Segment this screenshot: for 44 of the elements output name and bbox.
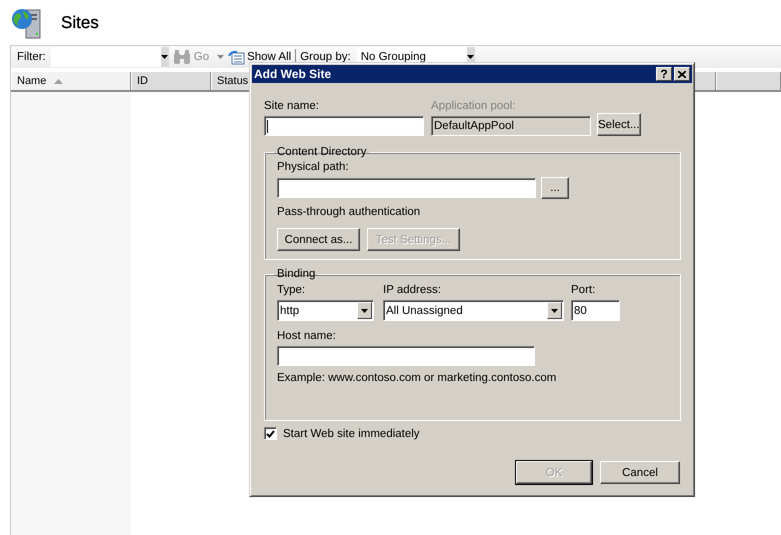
checkbox-label: Start Web site immediately bbox=[283, 428, 420, 440]
help-button[interactable]: ? bbox=[656, 67, 672, 81]
field-label: Port: bbox=[571, 284, 596, 298]
port-field[interactable]: 80 bbox=[571, 300, 620, 321]
group-title: Content Directory bbox=[276, 146, 368, 158]
group-title: Binding bbox=[276, 268, 316, 280]
field-label: Physical path: bbox=[277, 161, 350, 175]
caret-icon bbox=[217, 55, 224, 59]
caret-icon bbox=[467, 55, 474, 59]
cancel-button[interactable]: Cancel bbox=[600, 461, 680, 484]
filter-label: Filter: bbox=[17, 51, 46, 63]
caret-icon bbox=[161, 55, 168, 59]
sort-icon bbox=[54, 78, 64, 84]
field-label: Site name: bbox=[264, 100, 320, 114]
close-icon bbox=[678, 70, 686, 78]
group-by-label: Group by: bbox=[300, 51, 351, 63]
column-header[interactable]: ID bbox=[131, 72, 211, 90]
field-label: Host name: bbox=[277, 330, 337, 344]
check-icon bbox=[266, 430, 275, 438]
site-name-field[interactable] bbox=[264, 116, 424, 136]
binoculars-icon bbox=[172, 50, 191, 64]
browse-button[interactable]: ... bbox=[541, 177, 569, 199]
filter-field[interactable] bbox=[50, 47, 169, 67]
type-dropdown[interactable]: http bbox=[277, 300, 374, 321]
close-button[interactable] bbox=[674, 67, 690, 81]
connect-as-button[interactable]: Connect as... bbox=[277, 228, 360, 251]
physical-path-field[interactable] bbox=[277, 178, 536, 198]
example-text: Example: www.contoso.com or marketing.contoso.com bbox=[277, 372, 558, 384]
field-label: Application pool: bbox=[431, 100, 516, 114]
select-button[interactable]: Select... bbox=[597, 113, 641, 136]
ip-address-dropdown[interactable]: All Unassigned bbox=[383, 300, 564, 321]
column-header[interactable]: Name bbox=[11, 72, 131, 90]
page-title: Sites bbox=[61, 12, 99, 32]
caret-icon bbox=[361, 308, 368, 312]
show-all-button[interactable]: Show All bbox=[228, 50, 292, 64]
application-pool-field: DefaultAppPool bbox=[431, 116, 591, 136]
checkbox[interactable] bbox=[264, 427, 277, 440]
dialog-title: Add Web Site bbox=[254, 67, 332, 81]
field-label: IP address: bbox=[383, 284, 442, 298]
list-refresh-icon bbox=[228, 50, 246, 64]
host-name-field[interactable] bbox=[277, 346, 535, 366]
caret-icon bbox=[551, 308, 558, 312]
auth-text: Pass-through authentication bbox=[277, 206, 422, 220]
field-label: Type: bbox=[277, 284, 306, 298]
